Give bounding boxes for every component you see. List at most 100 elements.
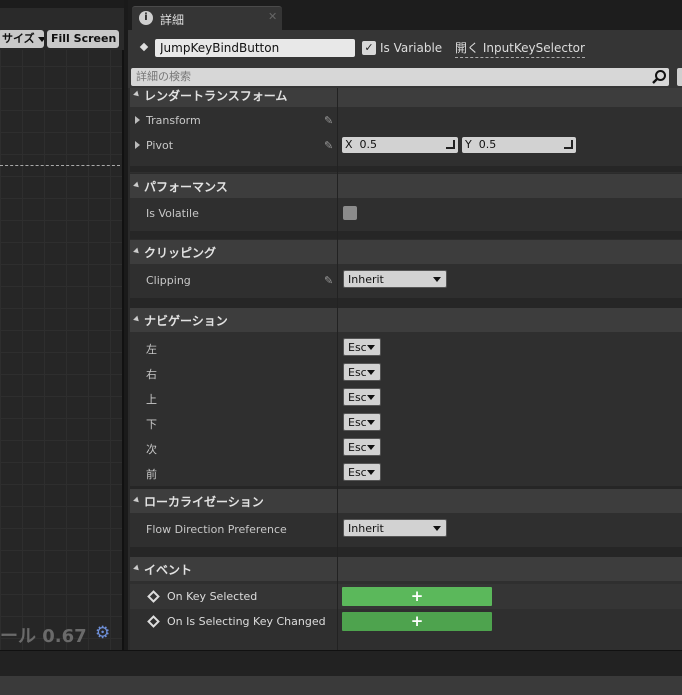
collapse-triangle-icon	[133, 564, 141, 573]
collapse-triangle-icon	[133, 181, 141, 190]
editor-root: サイズ Fill Screen ール 0.67 ⚙ i 詳細 ✕ ✓ Is Va…	[0, 0, 682, 695]
tab-bar: i 詳細 ✕	[128, 0, 682, 30]
chevron-down-icon	[433, 526, 441, 531]
property-row-clipping: Clipping ✎ Inherit	[130, 268, 682, 293]
category-label: パフォーマンス	[144, 180, 228, 194]
chevron-down-icon	[367, 345, 375, 350]
event-row-on-is-selecting-key-changed: On Is Selecting Key Changed +	[130, 609, 682, 634]
nav-row-right: 右 Esc	[130, 360, 682, 385]
drag-handle-icon	[446, 140, 455, 149]
category-navigation[interactable]: ナビゲーション	[130, 308, 682, 332]
nav-next-dropdown[interactable]: Esc	[343, 438, 381, 456]
widget-name-input[interactable]	[155, 39, 355, 57]
search-row: 詳細の検索	[128, 66, 682, 88]
chevron-down-icon	[367, 445, 375, 450]
designer-viewport[interactable]: サイズ Fill Screen ール 0.67 ⚙	[0, 0, 124, 650]
spacer	[130, 298, 682, 308]
nav-value: Esc	[348, 366, 367, 379]
viewport-toolbar: サイズ Fill Screen	[0, 8, 124, 50]
search-icon[interactable]	[651, 69, 667, 85]
property-row-is-volatile: Is Volatile	[130, 201, 682, 226]
close-icon[interactable]: ✕	[268, 10, 277, 23]
fill-screen-dropdown[interactable]: Fill Screen	[47, 30, 119, 48]
property-label: 上	[146, 393, 157, 406]
add-on-key-selected-button[interactable]: +	[342, 587, 492, 606]
screen-size-dropdown[interactable]: サイズ	[0, 30, 44, 48]
binding-icon[interactable]: ✎	[324, 114, 333, 127]
event-label: On Key Selected	[167, 590, 258, 603]
spacer	[130, 166, 682, 172]
is-variable-checkbox[interactable]: ✓	[362, 41, 376, 55]
event-diamond-icon	[147, 615, 160, 628]
property-row-pivot[interactable]: Pivot ✎ X 0.5 Y 0.5	[130, 133, 682, 158]
pivot-x-value: 0.5	[359, 138, 378, 151]
screen-size-label: サイズ	[2, 32, 35, 45]
chevron-down-icon	[367, 370, 375, 375]
property-row-transform[interactable]: Transform ✎	[130, 108, 682, 133]
event-diamond-icon	[147, 590, 160, 603]
flow-direction-value: Inherit	[348, 522, 384, 535]
add-on-is-selecting-key-changed-button[interactable]: +	[342, 612, 492, 631]
category-performance[interactable]: パフォーマンス	[130, 174, 682, 198]
property-label: Is Volatile	[146, 207, 199, 220]
collapse-triangle-icon	[133, 315, 141, 324]
property-row-flow-direction: Flow Direction Preference Inherit	[130, 517, 682, 542]
binding-icon[interactable]: ✎	[324, 274, 333, 287]
property-list: レンダートランスフォーム Transform ✎ Pivot ✎ X 0.5 Y…	[130, 88, 682, 650]
expand-arrow-icon[interactable]	[135, 141, 140, 149]
fill-screen-label: Fill Screen	[51, 32, 117, 45]
nav-down-dropdown[interactable]: Esc	[343, 413, 381, 431]
category-localization[interactable]: ローカライゼーション	[130, 489, 682, 513]
chevron-down-icon	[433, 277, 441, 282]
category-render-transform[interactable]: レンダートランスフォーム	[130, 88, 682, 107]
pivot-x-field[interactable]: X 0.5	[342, 137, 458, 153]
x-prefix: X	[345, 138, 353, 151]
pivot-y-value: 0.5	[478, 138, 497, 151]
nav-left-dropdown[interactable]: Esc	[343, 338, 381, 356]
nav-up-dropdown[interactable]: Esc	[343, 388, 381, 406]
category-label: レンダートランスフォーム	[144, 89, 288, 103]
property-label: Transform	[146, 114, 201, 127]
info-icon: i	[139, 11, 153, 25]
event-label: On Is Selecting Key Changed	[167, 615, 326, 628]
chevron-down-icon	[367, 470, 375, 475]
is-volatile-checkbox[interactable]	[343, 206, 357, 220]
view-options-button[interactable]	[677, 68, 682, 86]
open-class-link[interactable]: 開く InputKeySelector	[455, 39, 585, 58]
nav-value: Esc	[348, 391, 367, 404]
flow-direction-dropdown[interactable]: Inherit	[343, 519, 447, 537]
zoom-scale-text: ール 0.67	[0, 626, 87, 647]
status-bar	[0, 676, 682, 695]
category-clipping[interactable]: クリッピング	[130, 240, 682, 264]
column-separator[interactable]	[337, 88, 338, 650]
nav-right-dropdown[interactable]: Esc	[343, 363, 381, 381]
collapse-triangle-icon	[133, 247, 141, 256]
widget-diamond-icon	[139, 42, 149, 52]
binding-icon[interactable]: ✎	[324, 139, 333, 152]
gear-icon[interactable]: ⚙	[95, 624, 113, 642]
collapse-triangle-icon	[133, 90, 141, 99]
y-prefix: Y	[465, 138, 472, 151]
nav-previous-dropdown[interactable]: Esc	[343, 463, 381, 481]
category-event[interactable]: イベント	[130, 557, 682, 581]
clipping-value: Inherit	[348, 273, 384, 286]
tab-details[interactable]: i 詳細 ✕	[132, 6, 282, 30]
category-label: クリッピング	[144, 246, 217, 260]
category-label: ローカライゼーション	[144, 495, 264, 509]
details-panel: i 詳細 ✕ ✓ Is Variable 開く InputKeySelector…	[128, 0, 682, 650]
pivot-y-field[interactable]: Y 0.5	[462, 137, 576, 153]
nav-value: Esc	[348, 441, 367, 454]
property-label: Pivot	[146, 139, 174, 152]
search-input[interactable]: 詳細の検索	[131, 68, 669, 86]
spacer	[130, 231, 682, 239]
nav-row-left: 左 Esc	[130, 335, 682, 360]
nav-value: Esc	[348, 416, 367, 429]
nav-value: Esc	[348, 341, 367, 354]
expand-arrow-icon[interactable]	[135, 116, 140, 124]
property-label: Clipping	[146, 274, 191, 287]
property-label: 下	[146, 418, 157, 431]
clipping-dropdown[interactable]: Inherit	[343, 270, 447, 288]
canvas-boundary-line	[0, 165, 120, 166]
chevron-down-icon	[367, 395, 375, 400]
event-row-on-key-selected: On Key Selected +	[130, 584, 682, 609]
